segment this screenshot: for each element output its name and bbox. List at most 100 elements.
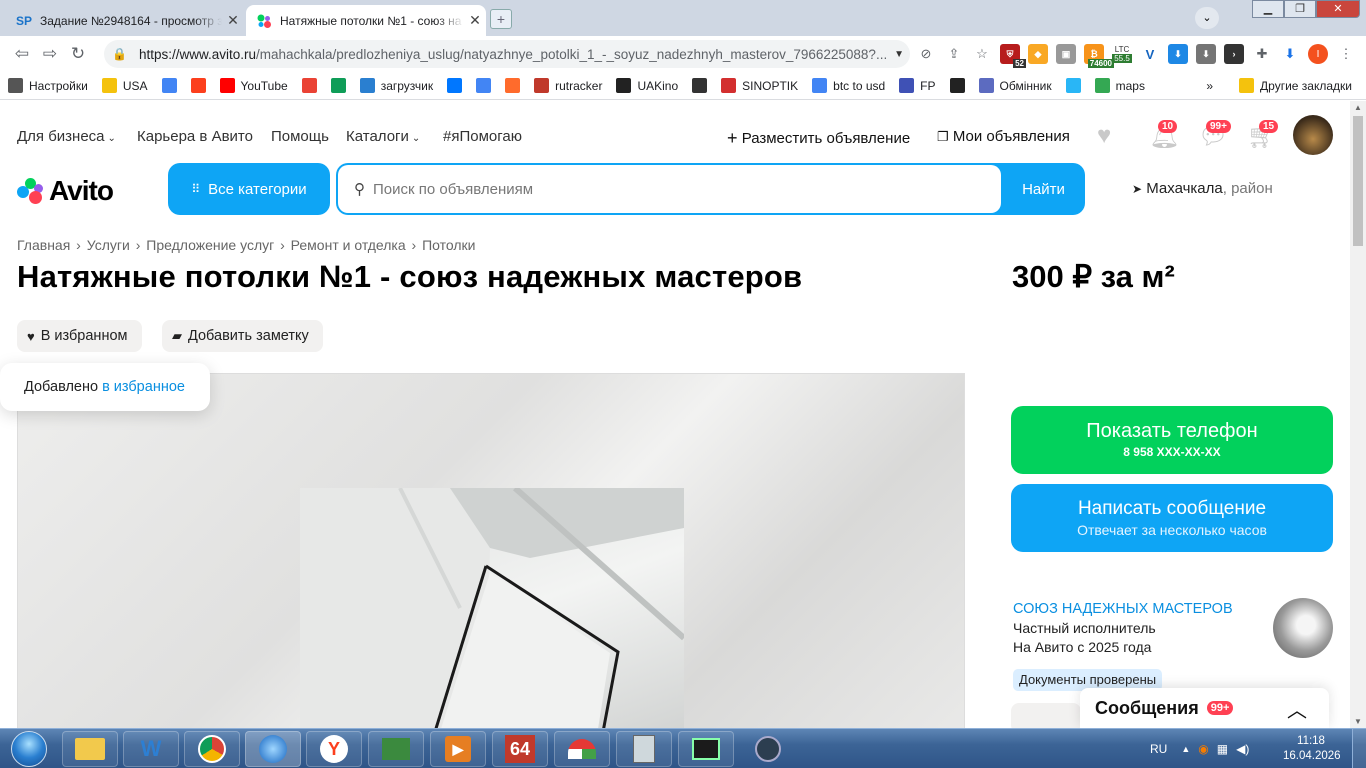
bookmark-item[interactable]: загрузчик xyxy=(359,78,433,93)
tray-expand-icon[interactable]: ▲ xyxy=(1181,744,1190,754)
nav-ya-pomogayu[interactable]: #яПомогаю xyxy=(443,128,522,145)
toast-favorites-link[interactable]: в избранное xyxy=(102,379,185,395)
bookmark-item[interactable]: UAKino xyxy=(616,78,678,93)
ext-briefcase-icon[interactable]: ▣ xyxy=(1054,40,1078,68)
ext-btc-icon[interactable]: ₿ 74600 xyxy=(1082,40,1114,68)
seller-action-button[interactable] xyxy=(1011,703,1081,728)
tab-search-chevron-icon[interactable]: ⌄ xyxy=(1195,7,1219,29)
clock-app-icon[interactable] xyxy=(740,731,796,767)
back-arrow-icon[interactable]: ⇦ xyxy=(8,44,36,64)
umbrella-app-icon[interactable] xyxy=(554,731,610,767)
search-button[interactable]: Найти xyxy=(1002,163,1085,215)
bookmark-item[interactable]: USA xyxy=(101,78,148,93)
explorer-icon[interactable] xyxy=(62,731,118,767)
nav-catalogs[interactable]: Каталоги ⌄ xyxy=(346,128,420,145)
location-selector[interactable]: ➤ Махачкала, район xyxy=(1132,180,1273,197)
bookmark-item[interactable] xyxy=(1065,78,1081,93)
bookmark-item[interactable]: Обмінник xyxy=(978,78,1052,93)
bookmark-item[interactable]: rutracker xyxy=(534,78,602,93)
media-player-icon[interactable]: ▶ xyxy=(430,731,486,767)
globe-browser-icon[interactable] xyxy=(245,731,301,767)
ext-shield-icon[interactable]: ⛨ 52 xyxy=(998,40,1026,68)
all-categories-button[interactable]: ⠿ Все категории xyxy=(168,163,330,215)
lock-icon[interactable]: 🔒 xyxy=(112,47,127,61)
ext-terminal-icon[interactable]: › xyxy=(1222,40,1246,68)
write-message-button[interactable]: Написать сообщение Отвечает за несколько… xyxy=(1011,484,1333,552)
extensions-puzzle-icon[interactable]: ✚ xyxy=(1250,40,1274,68)
bookmark-item[interactable] xyxy=(161,78,177,93)
favorites-heart-icon[interactable]: ♥ xyxy=(1097,122,1111,150)
page-scrollbar[interactable]: ▲ ▼ xyxy=(1350,101,1366,728)
listing-photo[interactable] xyxy=(17,373,965,728)
bookmark-item[interactable] xyxy=(190,78,206,93)
tab-close-icon[interactable]: ✕ xyxy=(464,12,486,29)
other-bookmarks-folder[interactable]: Другие закладки xyxy=(1239,78,1352,93)
bookmark-item[interactable] xyxy=(949,78,965,93)
terminal-app-icon[interactable] xyxy=(678,731,734,767)
show-desktop-button[interactable] xyxy=(1352,729,1366,768)
bookmark-item[interactable] xyxy=(692,78,708,93)
avito-logo[interactable]: Avito xyxy=(17,175,114,207)
downloads-icon[interactable]: ⬇ xyxy=(1278,40,1302,68)
profile-avatar[interactable]: I xyxy=(1306,40,1330,68)
ext-v-icon[interactable]: V xyxy=(1138,40,1162,68)
messages-panel[interactable]: Сообщения 99+ ︿ xyxy=(1080,688,1329,728)
bookmark-item[interactable] xyxy=(447,78,463,93)
nav-help[interactable]: Помощь xyxy=(271,128,329,145)
app-64-icon[interactable]: 64 xyxy=(492,731,548,767)
search-input[interactable]: ⚲ Поиск по объявлениям xyxy=(338,165,1001,213)
start-button[interactable] xyxy=(2,729,56,768)
address-bar[interactable]: 🔒 https://www.avito.ru/mahachkala/predlo… xyxy=(104,40,910,68)
bookmark-item[interactable]: FP xyxy=(899,78,936,93)
language-indicator[interactable]: RU xyxy=(1150,742,1167,756)
add-note-chip[interactable]: ▰ Добавить заметку xyxy=(162,320,323,352)
breadcrumb-link[interactable]: Услуги xyxy=(87,237,130,253)
rss-icon[interactable]: ◉ xyxy=(1198,742,1208,756)
system-clock[interactable]: 11:18 16.04.2026 xyxy=(1283,734,1341,764)
bookmark-item[interactable] xyxy=(330,78,346,93)
breadcrumb-link[interactable]: Главная xyxy=(17,237,70,253)
breadcrumb-link[interactable]: Ремонт и отделка xyxy=(291,237,406,253)
my-ads-link[interactable]: ❐ Мои объявления xyxy=(937,128,1070,145)
bookmark-item[interactable] xyxy=(476,78,492,93)
volume-icon[interactable]: ◀) xyxy=(1236,742,1249,756)
network-icon[interactable]: ▦ xyxy=(1217,742,1228,756)
chevron-up-icon[interactable]: ︿ xyxy=(1287,694,1307,723)
breadcrumb-link[interactable]: Потолки xyxy=(422,237,475,253)
bookmark-item[interactable]: Настройки xyxy=(8,78,88,93)
ext-download-box-icon[interactable]: ⬇ xyxy=(1194,40,1218,68)
favorite-chip[interactable]: ♥ В избранном xyxy=(17,320,142,352)
tab-avito[interactable]: Натяжные потолки №1 - союз на ✕ xyxy=(246,5,486,36)
ext-fox-icon[interactable]: ◆ xyxy=(1026,40,1050,68)
seller-name[interactable]: СОЮЗ НАДЕЖНЫХ МАСТЕРОВ xyxy=(1013,600,1233,619)
tab-close-icon[interactable]: ✕ xyxy=(222,12,244,29)
show-phone-button[interactable]: Показать телефон 8 958 XXX-XX-XX xyxy=(1011,406,1333,474)
money-app-icon[interactable] xyxy=(368,731,424,767)
breadcrumb-link[interactable]: Предложение услуг xyxy=(146,237,274,253)
bookmark-item[interactable]: YouTube xyxy=(219,78,288,93)
bookmark-item[interactable]: SINOPTIK xyxy=(721,78,798,93)
bookmark-item[interactable] xyxy=(505,78,521,93)
menu-kebab-icon[interactable]: ⋮ xyxy=(1334,40,1358,68)
bookmark-item[interactable]: btc to usd xyxy=(812,78,885,93)
calculator-icon[interactable] xyxy=(616,731,672,767)
bookmarks-overflow-button[interactable]: » xyxy=(1206,79,1213,93)
seller-avatar[interactable] xyxy=(1273,598,1333,658)
chrome-icon[interactable] xyxy=(184,731,240,767)
url-dropdown-icon[interactable]: ▼ xyxy=(894,49,904,60)
post-ad-link[interactable]: + Разместить объявление xyxy=(727,128,910,149)
user-avatar[interactable] xyxy=(1293,115,1333,155)
ext-save-icon[interactable]: ⬇ xyxy=(1166,40,1190,68)
forward-arrow-icon[interactable]: ⇨ xyxy=(36,44,64,64)
reload-icon[interactable]: ↻ xyxy=(64,44,92,64)
block-icon[interactable]: ⊘ xyxy=(914,40,938,68)
bookmark-item[interactable]: maps xyxy=(1094,78,1145,93)
restore-button[interactable]: ❐ xyxy=(1284,0,1316,18)
close-window-button[interactable]: ✕ xyxy=(1316,0,1360,18)
bookmark-item[interactable] xyxy=(301,78,317,93)
bookmark-star-icon[interactable]: ☆ xyxy=(970,40,994,68)
scroll-up-icon[interactable]: ▲ xyxy=(1354,103,1362,112)
nav-career[interactable]: Карьера в Авито xyxy=(137,128,253,145)
minimize-button[interactable]: ▁ xyxy=(1252,0,1284,18)
tab-task[interactable]: SP Задание №2948164 - просмотр з ✕ xyxy=(6,5,244,36)
